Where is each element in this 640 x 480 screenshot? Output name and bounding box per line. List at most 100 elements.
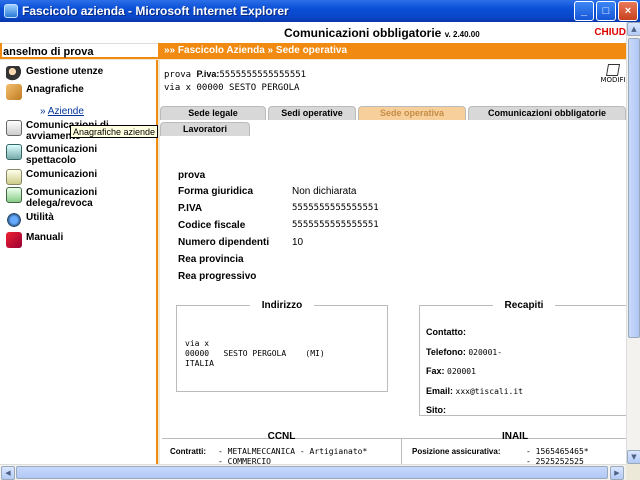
sidebar-item-utilita[interactable]: Utilità [6, 212, 54, 228]
user-bar: anselmo di prova [0, 43, 158, 59]
scroll-right-icon[interactable]: ▶ [610, 466, 624, 480]
vertical-scrollbar[interactable]: ▲ ▼ [626, 22, 640, 464]
submenu-aziende[interactable]: » Aziende [40, 106, 84, 117]
details-name: prova [178, 170, 206, 181]
horizontal-scrollbar[interactable]: ◀ ▶ [0, 464, 626, 480]
theater-icon [6, 144, 22, 160]
logout-link[interactable]: CHIUD [594, 27, 626, 38]
detail-value: 5555555555555551 [292, 203, 379, 213]
detail-row: P.IVA 5555555555555551 [178, 203, 379, 220]
detail-row: Rea progressivo [178, 271, 379, 288]
user-bar-accent [0, 43, 2, 57]
globe-icon [6, 212, 22, 228]
detail-label: P.IVA [178, 203, 203, 214]
maximize-button[interactable]: □ [596, 1, 616, 21]
scroll-corner [626, 464, 640, 480]
inail-section: INAIL Posizione assicurativa: - 15654654… [404, 431, 626, 464]
scroll-left-icon[interactable]: ◀ [1, 466, 15, 480]
detail-value: 5555555555555551 [292, 220, 379, 230]
ccnl-label: Contratti: [170, 447, 206, 457]
document-icon [6, 120, 22, 136]
sidebar-item-label: Comunicazioni delega/revoca [26, 187, 98, 209]
company-name: prova [164, 70, 192, 80]
detail-label: Rea provincia [178, 254, 244, 265]
address-title: Indirizzo [261, 300, 303, 311]
modify-label: MODIFI [600, 76, 626, 84]
submenu-aziende-link[interactable]: Aziende [48, 106, 84, 117]
tab-sede-operativa[interactable]: Sede operativa [358, 106, 466, 120]
ie-icon [4, 4, 18, 18]
site-line: Sito: [426, 405, 446, 415]
telefono-label: Telefono: [426, 347, 466, 357]
tab-sede-legale[interactable]: Sede legale [160, 106, 266, 120]
sidebar-item-label: Gestione utenze [26, 66, 104, 77]
submenu-bullet: » [40, 106, 46, 117]
sidebar-item-delega-revoca[interactable]: Comunicazioni delega/revoca [6, 187, 97, 209]
sidebar-item-comunicazioni-spettacolo[interactable]: Comunicazioni spettacolo [6, 144, 97, 166]
user-name: anselmo di prova [3, 46, 94, 58]
fax-value: 020001 [447, 367, 476, 376]
minimize-button[interactable]: _ [574, 1, 594, 21]
vertical-scroll-thumb[interactable] [628, 38, 640, 338]
inail-values: - 1565465465* - 2525252525 [526, 447, 589, 464]
users-icon [6, 66, 22, 82]
detail-label: Codice fiscale [178, 220, 246, 231]
app-version: v. 2.40.00 [444, 30, 480, 39]
app-title-text: Comunicazioni obbligatorie [284, 26, 442, 40]
sidebar-item-gestione-utenze[interactable]: Gestione utenze [6, 66, 103, 82]
email-value: xxx@tiscali.it [455, 387, 523, 396]
sidebar-item-label: Manuali [26, 232, 64, 243]
main-content: prova P.iva:5555555555555551 via x 00000… [160, 60, 626, 464]
ccnl-label-text: Contratti: [170, 447, 206, 456]
phone-line: Telefono: 020001- [426, 347, 502, 357]
company-details: prova Forma giuridica Non dichiarata P.IV… [178, 170, 379, 288]
company-summary: prova P.iva:5555555555555551 via x 00000… [164, 68, 306, 95]
close-window-button[interactable]: × [618, 1, 638, 21]
window-titlebar: Fascicolo azienda - Microsoft Internet E… [0, 0, 640, 22]
piva-value: 5555555555555551 [219, 70, 307, 80]
detail-label: Numero dipendenti [178, 237, 270, 248]
address-text: via x 00000 SESTO PERGOLA (MI) ITALIA [185, 339, 325, 368]
tab-comunicazioni-obbligatorie[interactable]: Comunicazioni obbligatorie [468, 106, 626, 120]
detail-label: Rea progressivo [178, 271, 257, 282]
mail-icon [6, 169, 22, 185]
email-label: Email: [426, 386, 454, 396]
scroll-down-icon[interactable]: ▼ [627, 450, 640, 464]
company-address: via x 00000 SESTO PERGOLA [164, 83, 300, 93]
book-icon [6, 84, 22, 100]
tooltip: Anagrafiche aziende [70, 125, 159, 138]
scroll-up-icon[interactable]: ▲ [627, 22, 640, 36]
detail-value: Non dichiarata [292, 186, 357, 197]
email-line: Email: xxx@tiscali.it [426, 386, 523, 396]
tab-sedi-operative[interactable]: Sedi operative [268, 106, 356, 120]
contacts-title: Recapiti [504, 300, 544, 311]
breadcrumb: »» Fascicolo Azienda » Sede operativa [158, 43, 626, 59]
contracts-section: CCNL Contratti: - METALMECCANICA - Artig… [162, 431, 626, 464]
window-title: Fascicolo azienda - Microsoft Internet E… [22, 4, 289, 18]
sidebar-item-anagrafiche[interactable]: Anagrafiche [6, 84, 84, 100]
detail-row: Codice fiscale 5555555555555551 [178, 220, 379, 237]
sidebar-item-comunicazioni[interactable]: Comunicazioni [6, 169, 97, 185]
sidebar-item-label: Comunicazioni spettacolo [26, 144, 98, 166]
detail-value: 10 [292, 237, 304, 248]
horizontal-scroll-thumb[interactable] [16, 466, 608, 479]
inail-label: Posizione assicurativa: [412, 447, 500, 457]
delegation-icon [6, 187, 22, 203]
piva-label: P.iva: [196, 69, 220, 79]
window-controls: _ □ × [574, 1, 638, 21]
ccnl-title: CCNL [267, 431, 296, 442]
sidebar-item-label: Anagrafiche [26, 84, 84, 95]
modify-button[interactable]: MODIFI [600, 64, 626, 84]
tab-lavoratori[interactable]: Lavoratori [160, 122, 250, 136]
sidebar-item-manuali[interactable]: Manuali [6, 232, 63, 248]
app-header: Comunicazioni obbligatorie v. 2.40.00 CH… [0, 22, 626, 44]
contacts-box: Recapiti Contatto: Telefono: 020001- Fax… [419, 300, 626, 416]
app-title: Comunicazioni obbligatorie v. 2.40.00 [284, 26, 480, 40]
telefono-value: 020001- [468, 348, 503, 357]
detail-row: Numero dipendenti 10 [178, 237, 379, 254]
inail-title: INAIL [501, 431, 529, 442]
sidebar-item-label: Utilità [26, 212, 54, 223]
ccnl-values: - METALMECCANICA - Artigianato* - COMMER… [218, 447, 367, 464]
sito-label: Sito: [426, 405, 446, 415]
fax-line: Fax: 020001 [426, 366, 476, 376]
